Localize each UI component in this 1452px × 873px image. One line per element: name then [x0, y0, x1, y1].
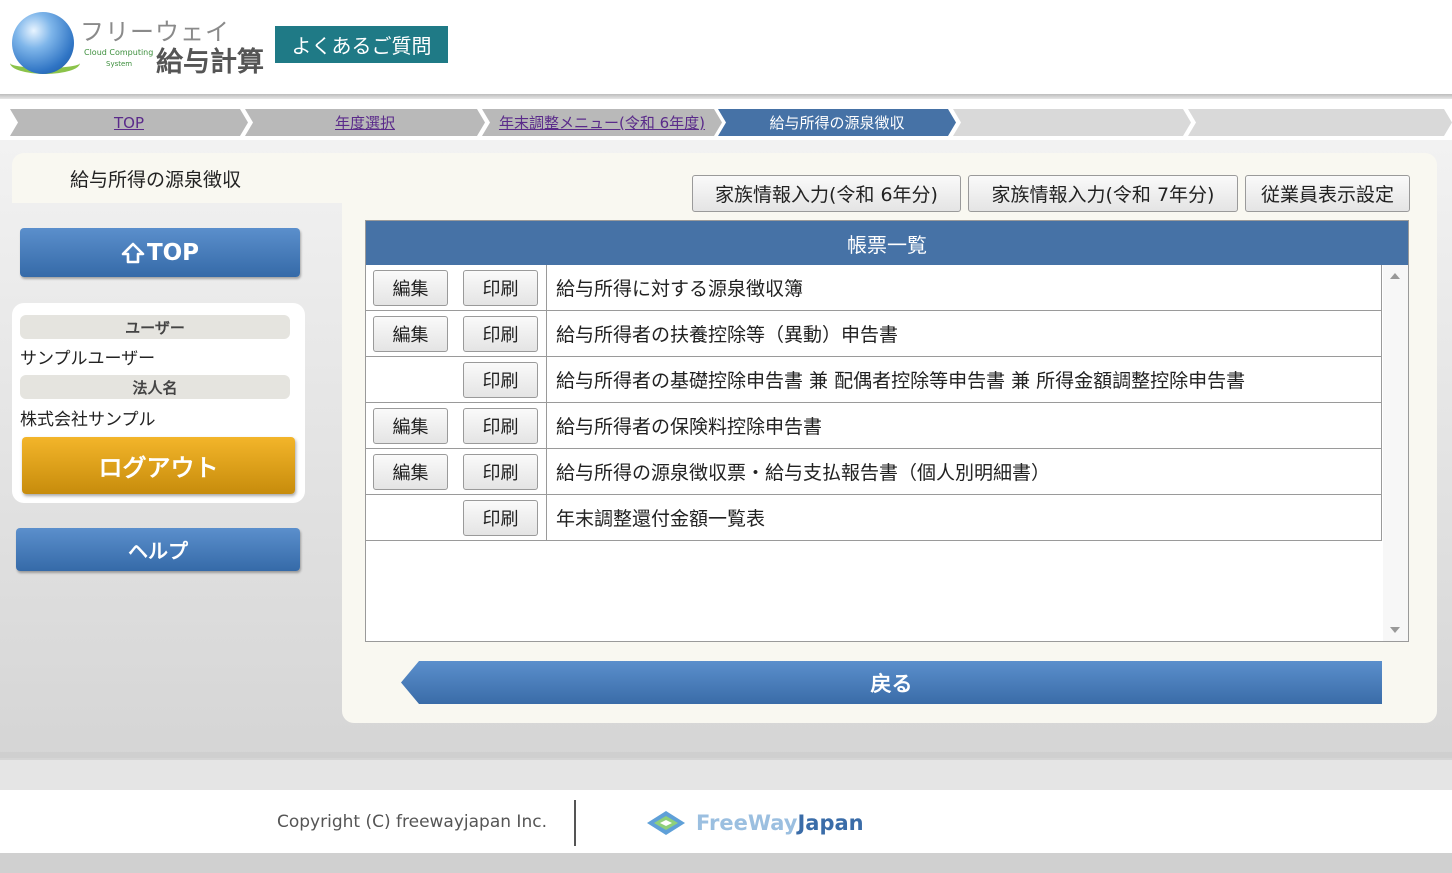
breadcrumb-link-year[interactable]: 年度選択: [335, 112, 395, 133]
user-info-box: ユーザー サンプルユーザー 法人名 株式会社サンプル ログアウト: [12, 303, 305, 503]
print-button[interactable]: 印刷: [463, 408, 538, 444]
corp-heading: 法人名: [20, 375, 290, 399]
row-action-cell: 編集 印刷: [366, 265, 547, 310]
table-row: 印刷 給与所得者の基礎控除申告書 兼 配偶者控除等申告書 兼 所得金額調整控除申告…: [366, 357, 1382, 403]
print-button[interactable]: 印刷: [463, 500, 538, 536]
row-action-cell: 編集 印刷: [366, 311, 547, 356]
family-info-2024-button[interactable]: 家族情報入力(令和 6年分): [692, 175, 961, 212]
footer: Copyright (C) freewayjapan Inc. FreeWayJ…: [0, 790, 1452, 853]
main-bottom-divider: [0, 752, 1452, 758]
help-button[interactable]: ヘルプ: [16, 528, 300, 571]
app-logo[interactable]: フリーウェイ Cloud Computing System 給与計算: [10, 10, 270, 80]
freeway-japan-mark-icon: [647, 811, 685, 835]
table-row: 印刷 年末調整還付金額一覧表: [366, 495, 1382, 541]
form-list-rows: 編集 印刷 給与所得に対する源泉徴収簿 編集 印刷 給与所得者の扶養控除等（異動）申告書印…: [366, 265, 1382, 541]
table-row: 編集 印刷 給与所得に対する源泉徴収簿: [366, 265, 1382, 311]
form-list-heading: 帳票一覧: [366, 221, 1408, 265]
breadcrumb-link-yearend-menu[interactable]: 年末調整メニュー(令和 6年度): [499, 112, 705, 133]
top-button[interactable]: TOP: [20, 228, 300, 277]
brand-dark-text: Japan: [797, 811, 864, 835]
form-list: 帳票一覧 編集 印刷 給与所得に対する源泉徴収簿 編集 印刷 給与所得者の扶養控除等（異動…: [365, 220, 1409, 642]
breadcrumb-current-label: 給与所得の源泉徴収: [769, 114, 905, 132]
form-name: 給与所得の源泉徴収票・給与支払報告書（個人別明細書）: [556, 462, 1051, 484]
edit-button[interactable]: 編集: [373, 270, 448, 306]
logo-sub-text-2: System: [106, 60, 133, 68]
page-title: 給与所得の源泉徴収: [12, 153, 342, 203]
footer-bottom-bar: [0, 853, 1452, 873]
row-action-cell: 編集 印刷: [366, 403, 547, 448]
form-name: 給与所得者の扶養控除等（異動）申告書: [556, 324, 899, 346]
header-divider: [0, 94, 1452, 99]
brand-light-text: FreeWay: [696, 811, 798, 835]
table-row: 編集 印刷 給与所得者の保険料控除申告書: [366, 403, 1382, 449]
print-button[interactable]: 印刷: [463, 362, 538, 398]
faq-button[interactable]: よくあるご質問: [275, 26, 448, 63]
table-row: 編集 印刷 給与所得者の扶養控除等（異動）申告書: [366, 311, 1382, 357]
print-button[interactable]: 印刷: [463, 454, 538, 490]
row-action-cell: 印刷: [366, 495, 547, 540]
form-name: 給与所得者の保険料控除申告書: [556, 416, 823, 438]
footer-divider: [574, 800, 576, 846]
breadcrumb-link-top[interactable]: TOP: [114, 114, 144, 132]
edit-button[interactable]: 編集: [373, 454, 448, 490]
footer-strip: [0, 760, 1452, 790]
breadcrumb-item-top[interactable]: TOP: [10, 109, 248, 136]
scroll-down-arrow-icon[interactable]: [1390, 627, 1400, 633]
breadcrumb-item-empty-2: [1188, 109, 1452, 136]
breadcrumb-item-empty: [953, 109, 1191, 136]
form-name: 給与所得者の基礎控除申告書 兼 配偶者控除等申告書 兼 所得金額調整控除申告書: [556, 370, 1246, 392]
edit-button[interactable]: 編集: [373, 408, 448, 444]
breadcrumb-item-year[interactable]: 年度選択: [245, 109, 485, 136]
logout-button[interactable]: ログアウト: [22, 437, 295, 494]
breadcrumb-item-yearend-menu[interactable]: 年末調整メニュー(令和 6年度): [482, 109, 722, 136]
employee-display-settings-button[interactable]: 従業員表示設定: [1245, 175, 1410, 212]
form-name: 給与所得に対する源泉徴収簿: [556, 278, 804, 300]
user-value: サンプルユーザー: [20, 349, 156, 369]
breadcrumb: TOP 年度選択 年末調整メニュー(令和 6年度) 給与所得の源泉徴収: [0, 109, 1452, 136]
print-button[interactable]: 印刷: [463, 316, 538, 352]
header: フリーウェイ Cloud Computing System 給与計算 よくあるご…: [0, 0, 1452, 94]
copyright-text: Copyright (C) freewayjapan Inc.: [277, 812, 547, 832]
logo-sub-text: Cloud Computing: [84, 48, 154, 57]
table-row: 編集 印刷 給与所得の源泉徴収票・給与支払報告書（個人別明細書）: [366, 449, 1382, 495]
form-name: 年末調整還付金額一覧表: [556, 508, 766, 530]
scroll-up-arrow-icon[interactable]: [1390, 273, 1400, 279]
logo-globe-icon: [12, 12, 74, 74]
form-list-scrollbar[interactable]: [1383, 265, 1408, 641]
user-heading: ユーザー: [20, 315, 290, 339]
corp-value: 株式会社サンプル: [20, 410, 156, 430]
row-action-cell: 印刷: [366, 357, 547, 402]
freeway-japan-logo[interactable]: FreeWayJapan: [646, 808, 876, 838]
row-action-cell: 編集 印刷: [366, 449, 547, 494]
breadcrumb-item-current: 給与所得の源泉徴収: [718, 109, 956, 136]
back-button[interactable]: 戻る: [401, 661, 1382, 704]
home-icon: [121, 242, 145, 263]
top-button-label: TOP: [146, 239, 200, 266]
edit-button[interactable]: 編集: [373, 316, 448, 352]
logo-main-text: 給与計算: [156, 47, 264, 78]
freeway-japan-wordmark: FreeWayJapan: [696, 811, 864, 835]
print-button[interactable]: 印刷: [463, 270, 538, 306]
family-info-2025-button[interactable]: 家族情報入力(令和 7年分): [968, 175, 1238, 212]
